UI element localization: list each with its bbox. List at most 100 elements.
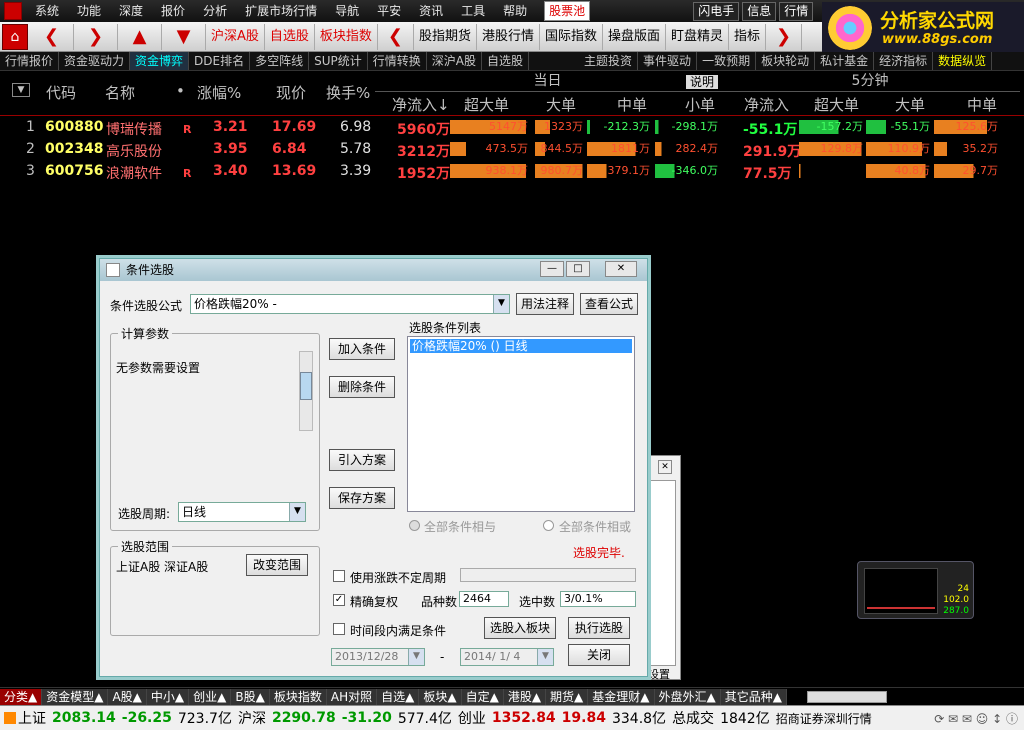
sort-dropdown-icon[interactable]: ▼ [12, 83, 30, 97]
tab-sup[interactable]: SUP统计 [309, 52, 368, 70]
btab-custom[interactable]: 自定▲ [461, 688, 504, 705]
exact-adjust-checkbox[interactable]: ✓ [333, 594, 345, 606]
col-5m-net-inflow[interactable]: 净流入 [744, 94, 789, 115]
close-icon[interactable]: ✕ [605, 261, 637, 277]
condition-list-item[interactable]: 价格跌幅20% () 日线 [410, 339, 632, 353]
next-icon[interactable]: ❯ [766, 23, 803, 50]
explain-button[interactable]: 说明 [686, 75, 719, 89]
table-row[interactable]: 2 002348 高乐股份 3.95 6.84 5.78 3212万 473.5万 844.5万… [0, 139, 1024, 161]
menu-pingan[interactable]: 平安 [368, 0, 410, 22]
btab-sector-index[interactable]: 板块指数 [269, 688, 327, 705]
tb-intl-index[interactable]: 国际指数 [540, 23, 603, 50]
tab-fund-game[interactable]: 资金博弈 [130, 52, 190, 70]
tb-monitor[interactable]: 盯盘精灵 [666, 23, 730, 50]
col-change[interactable]: 涨幅% [197, 82, 241, 103]
col-price[interactable]: 现价 [276, 82, 306, 103]
date-to[interactable]: 2014/ 1/ 4 ▼ [460, 648, 554, 666]
tray-icons[interactable]: ⟳ ✉ ✉ ☺ ↕ ⓘ [934, 710, 1018, 727]
radio-or[interactable] [543, 520, 554, 531]
maximize-icon[interactable]: □ [566, 261, 590, 277]
tb-hushen-a[interactable]: 沪深A股 [206, 23, 265, 50]
col-name[interactable]: 名称 [105, 82, 135, 103]
change-range-button[interactable]: 改变范围 [246, 554, 308, 576]
lightning-button[interactable]: 闪电手 [693, 1, 740, 21]
tab-switch[interactable]: 行情转换 [368, 52, 427, 70]
to-block-button[interactable]: 选股入板块 [484, 617, 556, 639]
tab-fund-drive[interactable]: 资金驱动力 [59, 52, 131, 70]
tab-watchlist[interactable]: 自选股 [482, 52, 530, 70]
tb-index-futures[interactable]: 股指期货 [414, 23, 477, 50]
tab-event[interactable]: 事件驱动 [638, 52, 698, 70]
tab-data-overview[interactable]: 数据纵览 [933, 52, 993, 70]
btab-sme[interactable]: 中小▲ [146, 688, 190, 705]
sh-index[interactable]: 2083.14 [52, 710, 116, 726]
col-net-inflow[interactable]: 净流入↓ [392, 94, 450, 115]
col-turnover[interactable]: 换手% [326, 82, 370, 103]
import-plan-button[interactable]: 引入方案 [329, 449, 395, 471]
menu-extended[interactable]: 扩展市场行情 [236, 0, 326, 22]
btab-other[interactable]: 其它品种▲ [720, 688, 787, 705]
tab-sz-sh-a[interactable]: 深沪A股 [427, 52, 483, 70]
time-period-checkbox[interactable] [333, 623, 345, 635]
horizontal-scrollbar[interactable] [806, 690, 887, 703]
menu-depth[interactable]: 深度 [110, 0, 152, 22]
tb-hk-quotes[interactable]: 港股行情 [477, 23, 540, 50]
down-icon[interactable]: ▼ [162, 23, 206, 50]
tab-quotes[interactable]: 行情报价 [0, 52, 60, 70]
menu-help[interactable]: 帮助 [494, 0, 536, 22]
unfixed-period-checkbox[interactable] [333, 570, 345, 582]
btab-forex[interactable]: 外盘外汇▲ [654, 688, 721, 705]
minimize-icon[interactable]: — [540, 261, 564, 277]
tb-indicator[interactable]: 指标 [729, 23, 767, 50]
table-row[interactable]: 3 600756 浪潮软件 R 3.40 13.69 3.39 1952万 938.1万 980.… [0, 161, 1024, 183]
save-plan-button[interactable]: 保存方案 [329, 487, 395, 509]
up-icon[interactable]: ▲ [118, 23, 162, 50]
menu-function[interactable]: 功能 [68, 0, 110, 22]
market-button[interactable]: 行情 [779, 1, 814, 21]
btab-fund-model[interactable]: 资金模型▲ [42, 688, 109, 705]
col-5m-m-order[interactable]: 中单 [967, 94, 997, 115]
menu-navigate[interactable]: 导航 [326, 0, 368, 22]
cy-index[interactable]: 1352.84 [492, 710, 556, 726]
btab-b-share[interactable]: B股▲ [231, 688, 270, 705]
btab-fund[interactable]: 基金理财▲ [588, 688, 655, 705]
usage-button[interactable]: 用法注释 [516, 293, 574, 315]
menu-quote[interactable]: 报价 [152, 0, 194, 22]
back-icon[interactable]: ❮ [30, 23, 74, 50]
hs-index[interactable]: 2290.78 [272, 710, 336, 726]
tb-watchlist[interactable]: 自选股 [265, 23, 315, 50]
col-5m-xl-order[interactable]: 超大单 [814, 94, 859, 115]
tab-consensus[interactable]: 一致预期 [697, 52, 757, 70]
tab-private-fund[interactable]: 私计基金 [815, 52, 875, 70]
tab-rotation[interactable]: 板块轮动 [756, 52, 816, 70]
view-formula-button[interactable]: 查看公式 [580, 293, 638, 315]
tab-theme[interactable]: 主题投资 [579, 52, 639, 70]
col-s-order[interactable]: 小单 [685, 94, 715, 115]
forward-icon[interactable]: ❯ [74, 23, 118, 50]
btab-sector[interactable]: 板块▲ [419, 688, 462, 705]
menu-tools[interactable]: 工具 [452, 0, 494, 22]
settings-label[interactable]: 设置 [648, 666, 670, 682]
close-icon[interactable]: ✕ [658, 460, 672, 474]
add-condition-button[interactable]: 加入条件 [329, 338, 395, 360]
menu-news[interactable]: 资讯 [410, 0, 452, 22]
tab-dde[interactable]: DDE排名 [189, 52, 251, 70]
tab-economy[interactable]: 经济指标 [874, 52, 934, 70]
prev-icon[interactable]: ❮ [378, 23, 414, 50]
col-m-order[interactable]: 中单 [617, 94, 647, 115]
radio-and[interactable] [409, 520, 420, 531]
info-button[interactable]: 信息 [742, 1, 777, 21]
menu-stock-pool[interactable]: 股票池 [544, 1, 591, 21]
table-row[interactable]: 1 600880 博瑞传播 R 3.21 17.69 6.98 5960万 5147万 1323万… [0, 117, 1024, 139]
btab-gem[interactable]: 创业▲ [189, 688, 232, 705]
tab-long-short[interactable]: 多空阵线 [250, 52, 310, 70]
btab-futures[interactable]: 期货▲ [546, 688, 589, 705]
menu-system[interactable]: 系统 [26, 0, 68, 22]
close-button[interactable]: 关闭 [568, 644, 630, 666]
home-icon[interactable]: ⌂ [2, 23, 28, 50]
col-xl-order[interactable]: 超大单 [464, 94, 509, 115]
tb-sector-index[interactable]: 板块指数 [315, 23, 378, 50]
btab-category[interactable]: 分类▲ [0, 688, 43, 705]
period-select[interactable]: 日线 ▼ [178, 502, 306, 522]
formula-select[interactable]: 价格跌幅20% - ▼ [190, 294, 510, 314]
